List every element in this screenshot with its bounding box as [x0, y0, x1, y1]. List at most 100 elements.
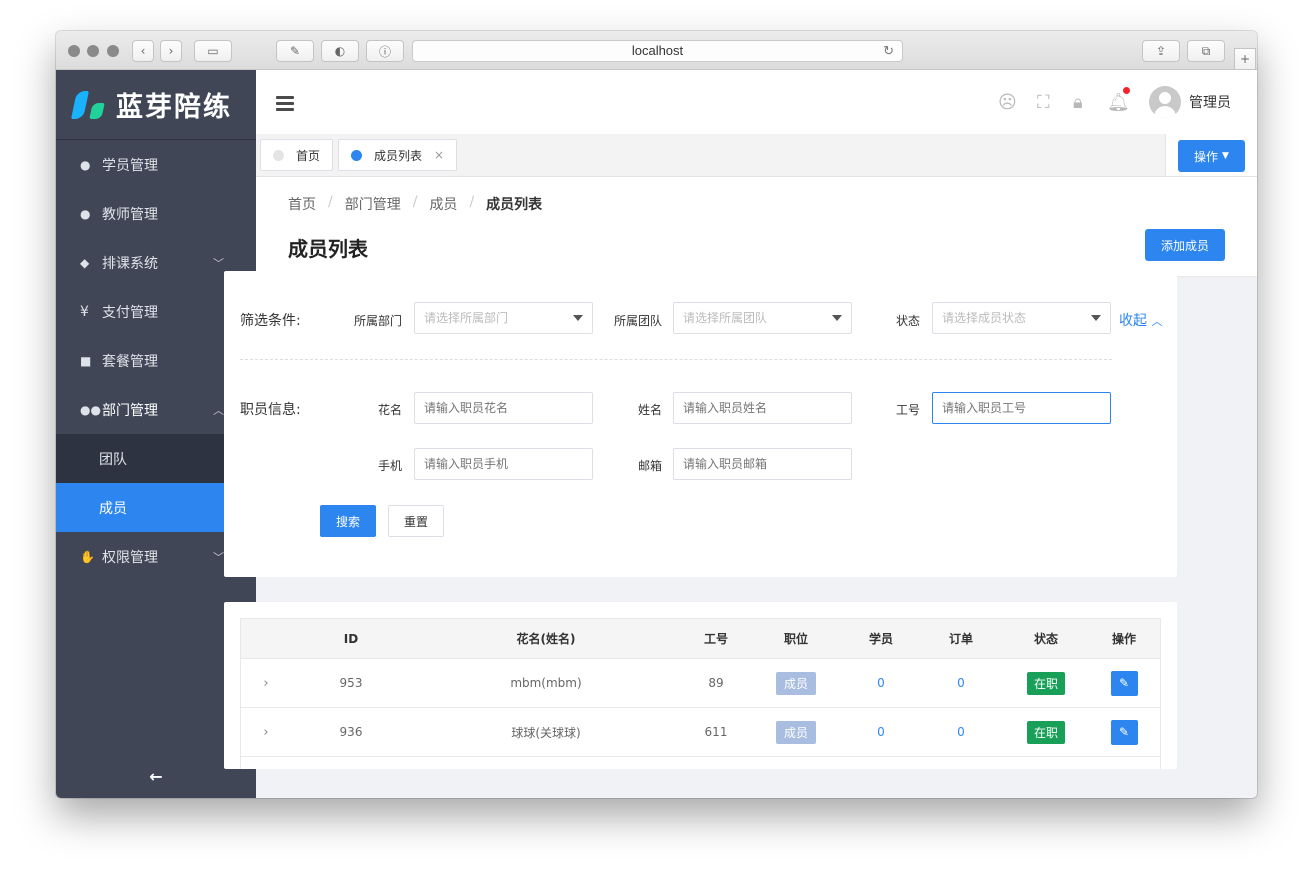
team-label: 所属团队 — [613, 314, 662, 328]
nickname-input[interactable] — [414, 392, 593, 424]
cell-orders-link[interactable]: 0 — [921, 659, 1001, 707]
status-select[interactable]: 请选择成员状态 — [932, 302, 1111, 334]
sidebar-item-students[interactable]: ● 学员管理 — [56, 140, 256, 189]
plus-icon: + — [1239, 52, 1251, 66]
share-button[interactable]: ⇪ — [1142, 40, 1180, 62]
address-bar[interactable]: localhost ↻ — [412, 40, 903, 62]
breadcrumb-separator: / — [412, 194, 418, 210]
table-row: › 953 mbm(mbm) 89 成员 0 0 在职 ✎ — [241, 659, 1160, 708]
breadcrumb-item[interactable]: 成员 — [429, 194, 457, 214]
breadcrumb-item[interactable]: 部门管理 — [345, 194, 401, 214]
chevron-down-icon: ﹀ — [213, 257, 224, 270]
breadcrumb-separator: / — [469, 194, 475, 210]
breadcrumb-item[interactable]: 首页 — [288, 194, 316, 214]
filter-title: 筛选条件: — [240, 313, 301, 329]
add-member-button[interactable]: 添加成员 — [1145, 229, 1225, 261]
cell-status: 在职 — [1006, 659, 1086, 707]
expand-row-icon[interactable]: › — [253, 708, 279, 756]
role-tag: 成员 — [775, 720, 816, 744]
tabs-ops-area: 操作 ▼ — [1165, 134, 1257, 176]
chevron-down-icon: ﹀ — [213, 551, 224, 564]
chevron-right-icon: › — [168, 44, 174, 58]
jobno-label: 工号 — [895, 403, 920, 417]
operations-dropdown-button[interactable]: 操作 ▼ — [1178, 140, 1245, 172]
column-header-status[interactable]: 状态 — [1006, 619, 1086, 658]
name-input[interactable] — [673, 392, 852, 424]
phone-label: 手机 — [377, 459, 402, 473]
arrow-left-icon[interactable]: ← — [56, 767, 256, 786]
password-button[interactable]: ⓘ — [366, 40, 404, 62]
phone-input[interactable] — [414, 448, 593, 480]
cell-orders-link[interactable]: 0 — [921, 708, 1001, 756]
sidebar-item-label: 支付管理 — [102, 304, 158, 321]
cell-role: 成员 — [751, 659, 841, 707]
jobno-input[interactable] — [932, 392, 1111, 424]
expand-row-icon[interactable]: › — [253, 659, 279, 707]
tab-label: 成员列表 — [374, 148, 423, 163]
column-header-name[interactable]: 花名(姓名) — [461, 619, 631, 658]
edit-icon[interactable]: ✎ — [1110, 670, 1138, 696]
column-header-students[interactable]: 学员 — [841, 619, 921, 658]
sidebar-item-teachers[interactable]: ● 教师管理 — [56, 189, 256, 238]
dept-select[interactable]: 请选择所属部门 — [414, 302, 593, 334]
extension-button-2[interactable]: ◐ — [321, 40, 359, 62]
extension-button-1[interactable]: ✎ — [276, 40, 314, 62]
avatar[interactable] — [1149, 86, 1181, 118]
zoom-window-button[interactable] — [107, 45, 119, 57]
chevron-left-icon: ‹ — [140, 44, 146, 58]
search-button[interactable]: 搜索 — [320, 505, 376, 537]
student-icon: ● — [80, 157, 91, 172]
fullscreen-icon[interactable]: ⛶ — [1037, 92, 1050, 113]
column-header-role[interactable]: 职位 — [751, 619, 841, 658]
members-table: ID 花名(姓名) 工号 职位 学员 订单 状态 操作 › 953 mbm(mb… — [240, 618, 1161, 769]
logo-text: 蓝芽陪练 — [116, 92, 232, 123]
status-label: 状态 — [895, 314, 920, 328]
close-icon[interactable]: × — [434, 148, 444, 162]
cell-jobno: 89 — [708, 676, 724, 690]
collapse-filter-link[interactable]: 收起 ︿ — [1119, 310, 1162, 330]
notification-badge — [1123, 87, 1130, 94]
tabs-bar: 首页 成员列表 × 操作 ▼ — [256, 134, 1257, 177]
cell-name: mbm(mbm) — [510, 676, 582, 690]
tabs-icon: ⧉ — [1201, 43, 1211, 58]
edit-icon[interactable]: ✎ — [1110, 719, 1138, 745]
team-select[interactable]: 请选择所属团队 — [673, 302, 852, 334]
forward-button[interactable]: › — [160, 40, 182, 62]
column-header-id[interactable]: ID — [241, 619, 461, 658]
sad-face-icon[interactable]: ☹ — [998, 92, 1017, 113]
back-button[interactable]: ‹ — [132, 40, 154, 62]
logo[interactable]: 蓝芽陪练 — [56, 70, 256, 140]
browser-titlebar: ‹ › ▭ ✎ ◐ ⓘ localhost ↻ ⇪ ⧉ + — [56, 31, 1257, 70]
bell-icon[interactable]: 🔔︎ — [1107, 92, 1130, 113]
tab-member-list[interactable]: 成员列表 × — [338, 139, 458, 171]
breadcrumb: 首页 / 部门管理 / 成员 / 成员列表 — [288, 194, 542, 214]
reset-button[interactable]: 重置 — [388, 505, 444, 537]
sidebar-subitem-label: 团队 — [99, 451, 127, 468]
cell-role: 成员 — [751, 708, 841, 756]
column-header-jobno[interactable]: 工号 — [671, 619, 761, 658]
close-window-button[interactable] — [68, 45, 80, 57]
new-tab-button[interactable]: + — [1234, 48, 1256, 70]
sidebar-item-label: 学员管理 — [102, 157, 158, 174]
breadcrumb-current: 成员列表 — [486, 197, 543, 213]
name-label: 姓名 — [637, 403, 662, 417]
user-name[interactable]: 管理员 — [1189, 92, 1231, 112]
cell-students-link[interactable]: 0 — [841, 659, 921, 707]
caret-down-icon — [1091, 315, 1101, 321]
column-header-orders[interactable]: 订单 — [921, 619, 1001, 658]
email-input[interactable] — [673, 448, 852, 480]
hamburger-menu-icon[interactable] — [276, 96, 294, 114]
lock-icon[interactable]: 🔒︎ — [1073, 92, 1083, 113]
tabs-overview-button[interactable]: ⧉ — [1187, 40, 1225, 62]
share-icon: ⇪ — [1155, 44, 1167, 58]
cell-status: 在职 — [1006, 708, 1086, 756]
sidebar-toggle-button[interactable]: ▭ — [194, 40, 232, 62]
minimize-window-button[interactable] — [87, 45, 99, 57]
reload-icon[interactable]: ↻ — [883, 41, 894, 61]
tab-home[interactable]: 首页 — [260, 139, 334, 171]
status-badge: 在职 — [1026, 720, 1065, 744]
cell-students-link[interactable]: 0 — [841, 708, 921, 756]
logo-mark-icon — [71, 89, 108, 121]
evernote-icon: ✎ — [289, 44, 301, 58]
chevron-up-icon: ︿ — [1151, 315, 1163, 328]
